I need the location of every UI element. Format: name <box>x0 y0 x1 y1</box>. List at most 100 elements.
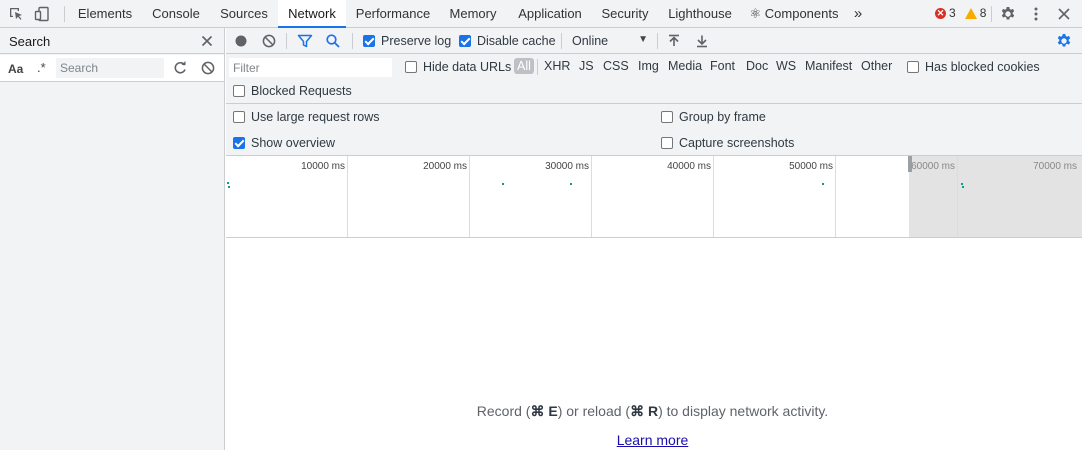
type-filter-media[interactable]: Media <box>668 59 702 73</box>
devtools-tabbar: Elements Console Sources Network Perform… <box>0 0 1082 28</box>
warning-count: 8 <box>979 6 987 20</box>
reload-shortcut: ⌘ R <box>630 403 659 419</box>
disable-cache-box[interactable] <box>459 35 471 47</box>
search-drawer-title: Search <box>9 34 51 49</box>
more-tabs-button[interactable]: » <box>849 0 867 27</box>
regex-button[interactable]: .* <box>37 60 46 75</box>
more-options-icon[interactable] <box>1027 5 1045 23</box>
empty-text-part: ) or reload ( <box>557 403 631 419</box>
capture-screenshots-checkbox[interactable]: Capture screenshots <box>661 136 794 150</box>
import-har-icon[interactable] <box>666 33 682 49</box>
tab-memory[interactable]: Memory <box>440 0 506 27</box>
blocked-requests-label: Blocked Requests <box>251 84 352 98</box>
overview-tick-label: 40000 ms <box>667 161 711 172</box>
blocked-requests-checkbox[interactable]: Blocked Requests <box>233 84 352 98</box>
filter-input[interactable] <box>229 58 392 77</box>
tab-network[interactable]: Network <box>278 0 346 28</box>
tab-elements[interactable]: Elements <box>69 0 141 27</box>
show-overview-box[interactable] <box>233 137 245 149</box>
device-toolbar-icon[interactable] <box>33 5 51 23</box>
network-settings-pane: Use large request rows Group by frame Sh… <box>226 104 1082 156</box>
preserve-log-checkbox[interactable]: Preserve log <box>363 34 451 48</box>
search-drawer-header: Search <box>0 28 224 54</box>
record-icon[interactable] <box>233 33 249 49</box>
has-blocked-cookies-box[interactable] <box>907 61 919 73</box>
type-filter-img[interactable]: Img <box>638 59 659 73</box>
disable-cache-label: Disable cache <box>477 34 556 48</box>
toolbar-divider <box>657 33 658 49</box>
overview-gridline <box>957 156 958 237</box>
group-by-frame-checkbox[interactable]: Group by frame <box>661 110 766 124</box>
tab-console[interactable]: Console <box>141 0 211 27</box>
overview-request-mark <box>502 183 504 185</box>
close-icon[interactable] <box>199 33 215 49</box>
overview-tick-label: 10000 ms <box>301 161 345 172</box>
network-toolbar: Preserve log Disable cache Online ▼ <box>226 28 1082 54</box>
learn-more-link[interactable]: Learn more <box>226 432 1079 448</box>
overview-tick-label: 70000 ms <box>1033 161 1077 172</box>
overview-tick-label: 50000 ms <box>789 161 833 172</box>
clear-icon[interactable] <box>200 60 216 76</box>
overview-request-mark <box>570 183 572 185</box>
toolbar-divider <box>286 33 287 49</box>
tab-lighthouse[interactable]: Lighthouse <box>661 0 739 27</box>
close-devtools-icon[interactable] <box>1055 5 1073 23</box>
match-case-button[interactable]: Aa <box>8 62 23 76</box>
type-filter-all[interactable]: All <box>514 58 534 74</box>
tab-sources[interactable]: Sources <box>211 0 277 27</box>
inspect-element-icon[interactable] <box>7 5 25 23</box>
group-by-frame-label: Group by frame <box>679 110 766 124</box>
type-filter-doc[interactable]: Doc <box>746 59 768 73</box>
type-filter-font[interactable]: Font <box>710 59 735 73</box>
toolbar-divider <box>352 33 353 49</box>
error-count: 3 <box>949 6 956 20</box>
type-filter-other[interactable]: Other <box>861 59 892 73</box>
hide-data-urls-checkbox[interactable]: Hide data URLs <box>405 60 511 74</box>
tab-security[interactable]: Security <box>595 0 655 27</box>
overview-gridline <box>469 156 470 237</box>
filter-icon[interactable] <box>297 33 313 49</box>
search-input[interactable] <box>56 58 164 78</box>
error-count-badge[interactable]: ✕ 3 8 <box>935 6 986 20</box>
type-filter-manifest[interactable]: Manifest <box>805 59 852 73</box>
blocked-requests-box[interactable] <box>233 85 245 97</box>
capture-screenshots-box[interactable] <box>661 137 673 149</box>
disable-cache-checkbox[interactable]: Disable cache <box>459 34 556 48</box>
settings-gear-icon[interactable] <box>999 5 1017 23</box>
network-settings-gear-icon[interactable] <box>1056 33 1072 49</box>
large-request-rows-box[interactable] <box>233 111 245 123</box>
search-icon[interactable] <box>325 33 341 49</box>
tab-components[interactable]: ⚛ Components <box>746 0 842 27</box>
preserve-log-box[interactable] <box>363 35 375 47</box>
type-filter-ws[interactable]: WS <box>776 59 796 73</box>
tabbar-divider <box>991 6 992 22</box>
show-overview-checkbox[interactable]: Show overview <box>233 136 335 150</box>
overview-request-mark <box>962 186 964 188</box>
overview-gridline <box>591 156 592 237</box>
throttling-select[interactable]: Online ▼ <box>572 34 648 48</box>
overview-tick-label: 30000 ms <box>545 161 589 172</box>
type-filter-xhr[interactable]: XHR <box>544 59 570 73</box>
overview-request-mark <box>822 183 824 185</box>
refresh-icon[interactable] <box>172 60 188 76</box>
large-request-rows-checkbox[interactable]: Use large request rows <box>233 110 380 124</box>
export-har-icon[interactable] <box>694 33 710 49</box>
preserve-log-label: Preserve log <box>381 34 452 48</box>
tab-performance[interactable]: Performance <box>348 0 438 27</box>
group-by-frame-box[interactable] <box>661 111 673 123</box>
has-blocked-cookies-checkbox[interactable]: Has blocked cookies <box>907 60 1040 74</box>
network-overview-timeline[interactable]: 10000 ms 20000 ms 30000 ms 40000 ms 5000… <box>226 156 1082 238</box>
overview-request-mark <box>227 182 229 184</box>
type-filter-js[interactable]: JS <box>579 59 594 73</box>
overview-gridline <box>713 156 714 237</box>
hide-data-urls-box[interactable] <box>405 61 417 73</box>
search-options-row: Aa .* <box>0 55 224 82</box>
learn-more-label[interactable]: Learn more <box>617 432 689 448</box>
type-filter-css[interactable]: CSS <box>603 59 629 73</box>
tab-application[interactable]: Application <box>509 0 591 27</box>
error-icon: ✕ <box>935 7 946 19</box>
network-panel: Preserve log Disable cache Online ▼ Hide… <box>226 28 1082 450</box>
clear-log-icon[interactable] <box>261 33 277 49</box>
overview-request-mark <box>961 183 963 185</box>
filter-divider <box>537 59 538 75</box>
